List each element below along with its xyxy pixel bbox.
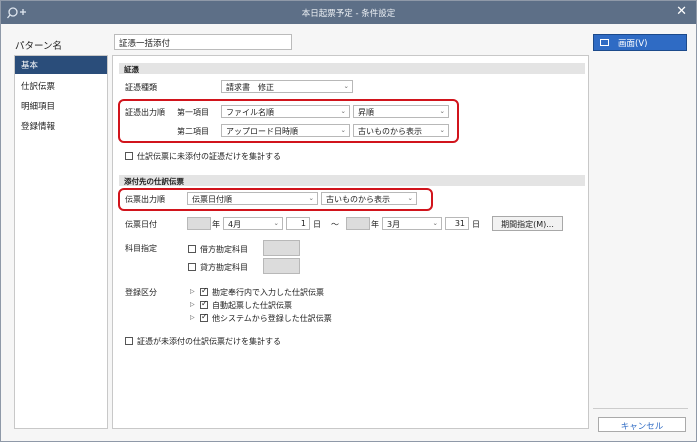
reg-manual-label: 勘定奉行内で入力した仕訳伝票 — [212, 288, 324, 297]
to-year-unit: 年 — [371, 220, 379, 229]
second-item-value: アップロード日時順 — [226, 127, 298, 136]
to-month-value: 3月 — [387, 220, 401, 229]
credit-account-input[interactable] — [263, 258, 300, 274]
close-icon[interactable]: ✕ — [676, 4, 687, 19]
evidence-type-label: 証憑種類 — [125, 83, 157, 92]
window-title: 本日起票予定 - 条件設定 — [301, 9, 396, 19]
voucher-order-value: 伝票日付順 — [192, 195, 232, 204]
second-order-select[interactable]: 古いものから表示 ⌄ — [353, 124, 449, 137]
content-panel: 証憑 証憑種類 請求書 修正 ⌄ 証憑出力順 第一項目 ファイル名順 ⌄ 昇順 ⌄ 第… — [112, 55, 589, 429]
expand-triangle-icon[interactable]: ▷ — [190, 314, 195, 321]
from-year-unit: 年 — [212, 220, 220, 229]
expand-triangle-icon[interactable]: ▷ — [190, 301, 195, 308]
section-voucher: 添付先の仕訳伝票 — [119, 175, 585, 186]
to-day-input[interactable]: 31 — [445, 217, 469, 230]
pattern-name-input[interactable]: 証憑一括添付 — [114, 34, 292, 50]
chevron-down-icon: ⌄ — [340, 107, 346, 115]
date-range-tilde: ～ — [331, 220, 339, 229]
first-item-select[interactable]: ファイル名順 ⌄ — [221, 105, 350, 118]
sidebar-item-detail[interactable]: 明細項目 — [15, 97, 107, 115]
reg-other-label: 他システムから登録した仕訳伝票 — [212, 314, 332, 323]
unattached-voucher-label: 証憑が未添付の仕訳伝票だけを集計する — [137, 337, 281, 346]
sidebar: 基本 仕訳伝票 明細項目 登録情報 — [14, 55, 108, 429]
from-month-select[interactable]: 4月 ⌄ — [223, 217, 283, 230]
screen-button-label: 画面(V) — [618, 39, 648, 49]
debit-account-input[interactable] — [263, 240, 300, 256]
registration-type-label: 登録区分 — [125, 288, 157, 297]
voucher-order-label: 伝票出力順 — [125, 195, 165, 204]
chevron-down-icon: ⌄ — [439, 126, 445, 134]
sidebar-item-journal[interactable]: 仕訳伝票 — [15, 77, 107, 95]
chevron-down-icon: ⌄ — [308, 194, 314, 202]
evidence-type-value: 請求書 修正 — [226, 83, 274, 92]
expand-triangle-icon[interactable]: ▷ — [190, 288, 195, 295]
to-day-unit: 日 — [472, 220, 480, 229]
evidence-order-label: 証憑出力順 — [125, 108, 165, 117]
divider — [593, 408, 688, 409]
second-order-value: 古いものから表示 — [358, 127, 422, 136]
unattached-voucher-checkbox[interactable] — [125, 337, 133, 345]
second-item-select[interactable]: アップロード日時順 ⌄ — [221, 124, 350, 137]
first-item-label: 第一項目 — [177, 108, 209, 117]
credit-account-checkbox[interactable] — [188, 263, 196, 271]
chevron-down-icon: ⌄ — [340, 126, 346, 134]
reg-manual-checkbox[interactable] — [200, 286, 208, 296]
voucher-date-label: 伝票日付 — [125, 220, 157, 229]
to-month-select[interactable]: 3月 ⌄ — [382, 217, 442, 230]
cancel-button[interactable]: キャンセル — [598, 417, 686, 432]
chevron-down-icon: ⌄ — [273, 219, 279, 227]
evidence-type-select[interactable]: 請求書 修正 ⌄ — [221, 80, 353, 93]
chevron-down-icon: ⌄ — [343, 82, 349, 90]
unattached-evidence-label: 仕訳伝票に未添付の証憑だけを集計する — [137, 152, 281, 161]
chevron-down-icon: ⌄ — [432, 219, 438, 227]
chevron-down-icon: ⌄ — [407, 194, 413, 202]
dialog-window: 本日起票予定 - 条件設定 ✕ パターン名 証憑一括添付 基本 仕訳伝票 明細項… — [0, 0, 697, 442]
from-month-value: 4月 — [228, 220, 242, 229]
voucher-order-select[interactable]: 伝票日付順 ⌄ — [187, 192, 318, 205]
first-item-value: ファイル名順 — [226, 108, 274, 117]
section-evidence: 証憑 — [119, 63, 585, 74]
first-order-select[interactable]: 昇順 ⌄ — [353, 105, 449, 118]
first-order-value: 昇順 — [358, 108, 374, 117]
sidebar-item-basic[interactable]: 基本 — [15, 56, 107, 74]
from-day-unit: 日 — [313, 220, 321, 229]
screen-icon — [600, 39, 609, 46]
chevron-down-icon: ⌄ — [439, 107, 445, 115]
title-bar: 本日起票予定 - 条件設定 ✕ — [1, 1, 696, 24]
credit-account-label: 貸方勘定科目 — [200, 263, 248, 272]
period-button[interactable]: 期間指定(M)... — [492, 216, 563, 231]
debit-account-checkbox[interactable] — [188, 245, 196, 253]
to-year-input[interactable] — [346, 217, 370, 230]
sidebar-item-registration[interactable]: 登録情報 — [15, 117, 107, 135]
second-item-label: 第二項目 — [177, 127, 209, 136]
reg-auto-label: 自動起票した仕訳伝票 — [212, 301, 292, 310]
account-spec-label: 科目指定 — [125, 244, 157, 253]
from-year-input[interactable] — [187, 217, 211, 230]
unattached-evidence-checkbox[interactable] — [125, 152, 133, 160]
pattern-name-label: パターン名 — [15, 41, 63, 52]
debit-account-label: 借方勘定科目 — [200, 245, 248, 254]
voucher-dir-value: 古いものから表示 — [326, 195, 390, 204]
voucher-dir-select[interactable]: 古いものから表示 ⌄ — [321, 192, 417, 205]
reg-auto-checkbox[interactable] — [200, 299, 208, 309]
reg-other-checkbox[interactable] — [200, 312, 208, 322]
screen-button[interactable]: 画面(V) — [593, 34, 687, 51]
from-day-input[interactable]: 1 — [286, 217, 310, 230]
